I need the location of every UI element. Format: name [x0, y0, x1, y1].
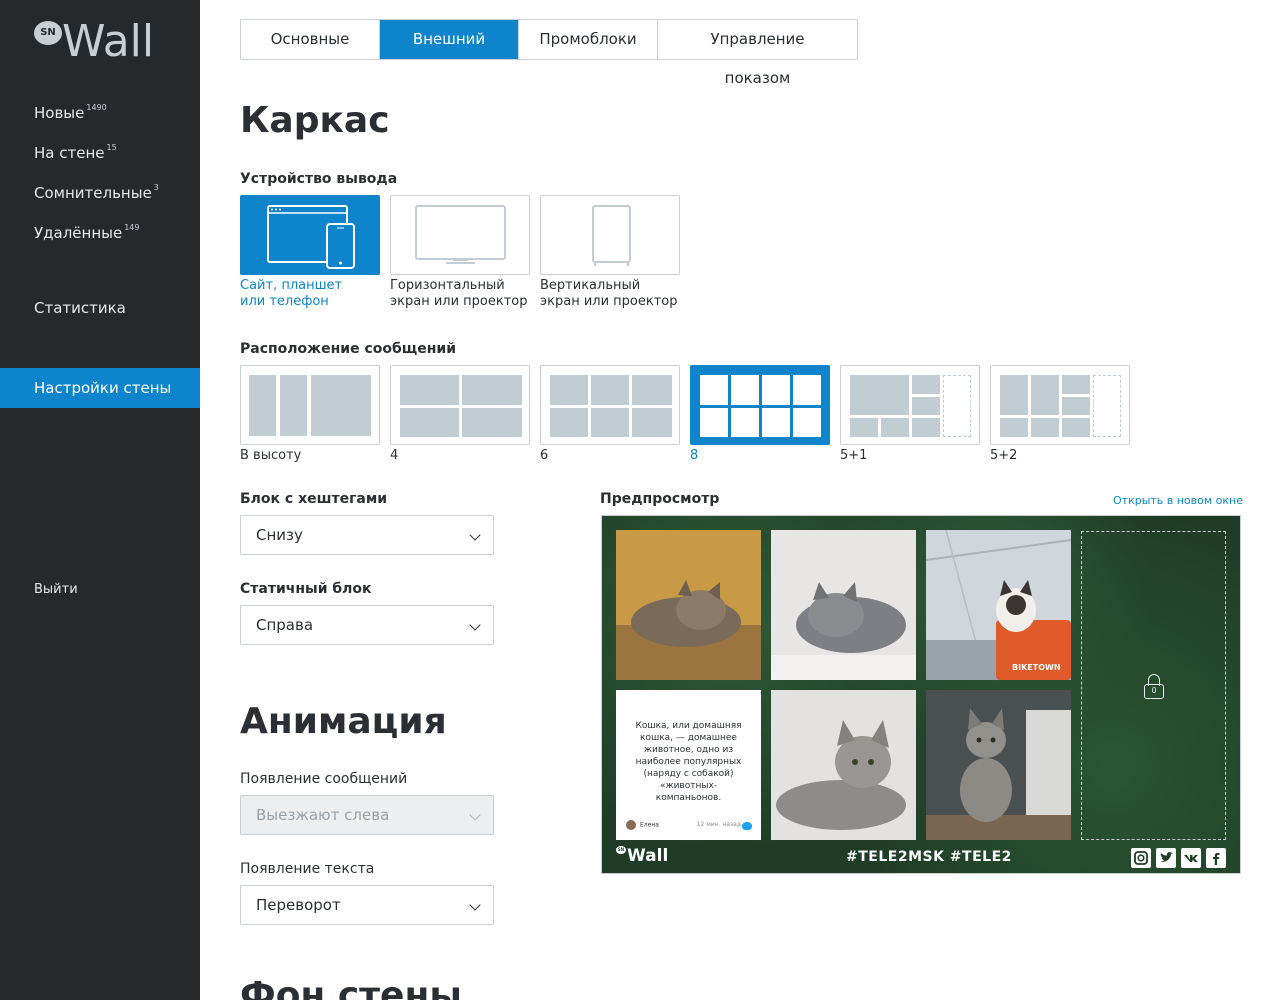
text-appearance-select[interactable]: Переворот	[240, 885, 494, 925]
preview-label: Предпросмотр	[600, 491, 720, 507]
sidebar-item-label: Удалённые	[34, 224, 123, 242]
logo-badge: SN	[34, 21, 62, 45]
layout-caption-5-1: 5+1	[840, 448, 868, 463]
layout-caption-8: 8	[690, 448, 699, 463]
sidebar-item-count: 15	[106, 143, 117, 152]
desktop-mobile-icon	[267, 205, 355, 269]
preview-photo-tile: BIKETOWN	[926, 530, 1071, 680]
lock-icon: 0	[1144, 674, 1164, 700]
sidebar-item-label: Сомнительные	[34, 184, 152, 202]
twitter-icon	[742, 822, 752, 830]
layout-option-5-1[interactable]	[840, 365, 980, 445]
static-block-placeholder: 0	[1081, 531, 1226, 840]
device-card-horizontal[interactable]	[390, 195, 530, 275]
text-appearance-value: Переворот	[256, 896, 341, 914]
layout-caption-5-2: 5+2	[990, 448, 1018, 463]
static-block-label: Статичный блок	[240, 581, 372, 597]
device-caption-vertical: Вертикальный экран или проектор	[540, 278, 678, 309]
text-appearance-label: Появление текста	[240, 861, 375, 877]
chevron-down-icon	[469, 619, 481, 631]
basket-text: BIKETOWN	[1012, 663, 1061, 672]
preview-photo-tile	[771, 530, 916, 680]
sidebar-item-new[interactable]: Новые 1490	[0, 88, 200, 128]
tab-basic[interactable]: Основные	[241, 20, 380, 59]
sidebar-item-count: 1490	[86, 103, 107, 112]
hashtag-block-value: Снизу	[256, 526, 303, 544]
preview-hashtags: #TELE2MSK #TELE2	[846, 849, 1012, 865]
logout-link[interactable]: Выйти	[0, 570, 200, 610]
layout-option-8[interactable]	[690, 365, 830, 445]
preview-photo-tile	[771, 690, 916, 840]
preview-social-icons	[1131, 848, 1226, 868]
preview-photo-tile	[926, 690, 1071, 840]
sidebar-item-statistics[interactable]: Статистика	[0, 288, 200, 328]
sidebar-item-wall-settings[interactable]: Настройки стены	[0, 368, 200, 408]
layout-option-6[interactable]	[540, 365, 680, 445]
hashtag-block-label: Блок с хештегами	[240, 491, 388, 507]
static-block-select[interactable]: Справа	[240, 605, 494, 645]
layout-caption-4: 4	[390, 448, 399, 463]
app-logo[interactable]: SN Wall	[34, 16, 184, 70]
sidebar-item-count: 149	[124, 223, 140, 232]
hashtag-block-select[interactable]: Снизу	[240, 515, 494, 555]
avatar	[626, 820, 636, 830]
preview-photo-tile	[616, 530, 761, 680]
static-block-value: Справа	[256, 616, 314, 634]
instagram-icon	[1131, 848, 1151, 868]
section-title-frame: Каркас	[240, 100, 390, 141]
preview-text-post: Кошка, или домашняя кошка, — домашнее жи…	[616, 690, 761, 840]
device-caption-website: Сайт, планшет или телефон	[240, 278, 343, 309]
chevron-down-icon	[469, 899, 481, 911]
sidebar-item-label: Новые	[34, 104, 85, 122]
message-appearance-value: Выезжают слева	[256, 806, 390, 824]
sidebar: SN Wall Новые 1490 На стене 15 Сомнительны…	[0, 0, 200, 1000]
sidebar-item-doubtful[interactable]: Сомнительные 3	[0, 168, 200, 208]
layout-caption-tall: В высоту	[240, 448, 302, 463]
vertical-screen-icon	[592, 205, 631, 266]
post-time: 12 мин. назад	[696, 821, 741, 828]
tab-promoblocks[interactable]: Промоблоки	[519, 20, 658, 59]
message-appearance-select[interactable]: Выезжают слева	[240, 795, 494, 835]
monitor-icon	[415, 205, 506, 264]
chevron-down-icon	[469, 529, 481, 541]
logo-text: Wall	[62, 16, 155, 67]
tab-display-control[interactable]: Управление показом	[658, 20, 857, 87]
sidebar-item-label: На стене	[34, 144, 105, 162]
preview-logo: SN Wall	[616, 846, 669, 866]
section-title-background: Фон стены	[240, 975, 462, 1000]
open-in-new-window-link[interactable]: Открыть в новом окне	[1113, 494, 1243, 507]
facebook-icon	[1206, 848, 1226, 868]
chevron-down-icon	[469, 809, 481, 821]
twitter-icon	[1156, 848, 1176, 868]
sidebar-item-deleted[interactable]: Удалённые 149	[0, 208, 200, 248]
device-card-vertical[interactable]	[540, 195, 680, 275]
sidebar-item-on-wall[interactable]: На стене 15	[0, 128, 200, 168]
layout-label: Расположение сообщений	[240, 341, 457, 357]
sidebar-item-count: 3	[153, 183, 159, 192]
layout-option-tall[interactable]	[240, 365, 380, 445]
wall-preview: BIKETOWN Кошка, или домашняя кошка, — до…	[601, 515, 1241, 874]
post-text: Кошка, или домашняя кошка, — домашнее жи…	[635, 721, 742, 803]
settings-tabs: Основные Внешний вид Промоблоки Управлен…	[240, 19, 858, 87]
post-author: Елена	[626, 820, 659, 830]
vk-icon	[1181, 848, 1201, 868]
section-title-animation: Анимация	[240, 701, 447, 742]
layout-option-4[interactable]	[390, 365, 530, 445]
device-card-website[interactable]	[240, 195, 380, 275]
layout-caption-6: 6	[540, 448, 549, 463]
tab-appearance[interactable]: Внешний вид	[380, 20, 519, 87]
device-caption-horizontal: Горизонтальный экран или проектор	[390, 278, 528, 309]
device-label: Устройство вывода	[240, 171, 398, 187]
message-appearance-label: Появление сообщений	[240, 771, 408, 787]
layout-option-5-2[interactable]	[990, 365, 1130, 445]
